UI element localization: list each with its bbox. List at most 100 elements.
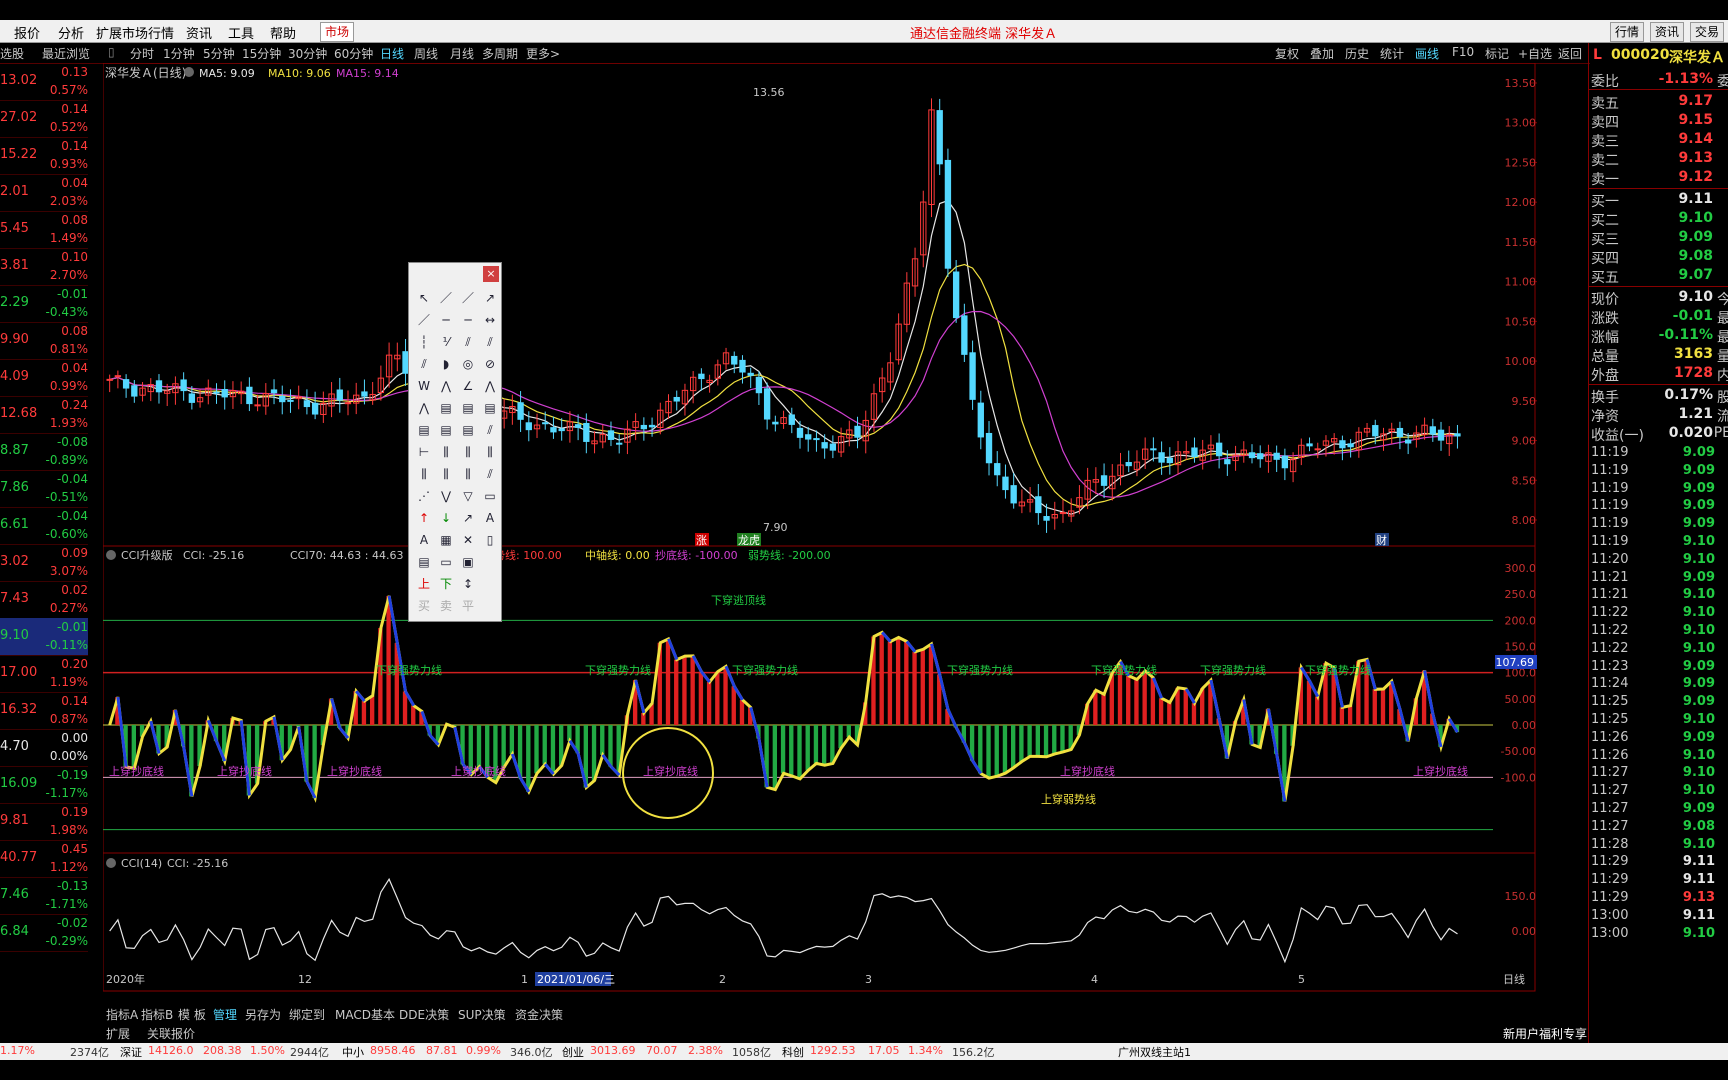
watchlist-row[interactable]: 12.68 0.24 1.93% (0, 396, 88, 434)
watchlist-row[interactable]: 13.02 0.13 0.57% (0, 63, 88, 101)
drawing-tool-icon[interactable]: ⋁ (437, 487, 455, 505)
menu-extended-market[interactable]: 扩展市场行情 (96, 23, 174, 42)
drawing-tool-icon[interactable]: ↓ (437, 509, 455, 527)
drawing-tool-icon[interactable]: ▤ (459, 421, 477, 439)
restore-right-button[interactable]: 复权 (1275, 45, 1299, 62)
drawing-tool-icon[interactable]: ▯ (481, 531, 499, 549)
tab-bind-to[interactable]: 绑定到 (289, 1006, 325, 1023)
period-30min[interactable]: 30分钟 (288, 45, 327, 62)
drawing-tool-icon[interactable]: ⋰ (415, 487, 433, 505)
watchlist-row[interactable]: 2.01 0.04 2.03% (0, 174, 88, 212)
drawing-tool-icon[interactable]: ⋀ (415, 399, 433, 417)
watchlist-row[interactable]: 9.81 0.19 1.98% (0, 803, 88, 841)
drawing-tool-icon[interactable]: ▦ (437, 531, 455, 549)
drawing-tool-icon[interactable]: 上 (415, 575, 433, 593)
tab-template[interactable]: 模 板 (178, 1006, 206, 1023)
period-weekly[interactable]: 周线 (414, 45, 438, 62)
drawing-tool-icon[interactable]: ∠ (459, 377, 477, 395)
drawing-tool-icon[interactable]: ⫽ (481, 333, 499, 351)
watchlist-row[interactable]: 8.87 -0.08 -0.89% (0, 433, 88, 471)
period-daily[interactable]: 日线 (380, 45, 404, 62)
watchlist-row[interactable]: 15.22 0.14 0.93% (0, 137, 88, 175)
period-minute-chart[interactable]: 分时 (130, 45, 154, 62)
drawing-tool-icon[interactable]: ／ (415, 311, 433, 329)
menu-tools[interactable]: 工具 (228, 23, 254, 42)
tab-extension[interactable]: 扩展 (106, 1025, 130, 1042)
draw-line-button[interactable]: 画线 (1415, 45, 1439, 62)
drawing-tool-icon[interactable]: ✕ (459, 531, 477, 549)
drawing-tool-icon[interactable]: ▤ (415, 421, 433, 439)
tab-indicator-b[interactable]: 指标B (141, 1006, 173, 1023)
server-name[interactable]: 广州双线主站1 (1118, 1044, 1191, 1060)
menu-quote[interactable]: 报价 (14, 23, 40, 42)
watchlist-row[interactable]: 16.09 -0.19 -1.17% (0, 766, 88, 804)
watchlist-row[interactable]: 3.81 0.10 2.70% (0, 248, 88, 286)
drawing-tool-icon[interactable]: ▽ (459, 487, 477, 505)
drawing-tool-icon[interactable]: ▤ (437, 399, 455, 417)
watchlist-row[interactable]: 6.61 -0.04 -0.60% (0, 507, 88, 545)
drawing-tool-icon[interactable]: ▭ (481, 487, 499, 505)
period-more[interactable]: 更多> (526, 45, 560, 62)
drawing-tool-icon[interactable]: ▭ (437, 553, 455, 571)
drawing-tool-icon[interactable]: ⫽ (415, 355, 433, 373)
period-15min[interactable]: 15分钟 (242, 45, 281, 62)
watchlist-row[interactable]: 4.09 0.04 0.99% (0, 359, 88, 397)
drawing-tool-icon[interactable]: ⫼ (415, 465, 433, 483)
quote-tab-button[interactable]: 行情 (1610, 22, 1645, 42)
watchlist-row[interactable]: 4.70 0.00 0.00% (0, 729, 88, 767)
drawing-tool-icon[interactable]: A (481, 509, 499, 527)
watchlist-row[interactable]: 17.00 0.20 1.19% (0, 655, 88, 693)
drawing-tool-icon[interactable]: A (415, 531, 433, 549)
period-1min[interactable]: 1分钟 (163, 45, 195, 62)
kline-chart[interactable]: 下穿强势力线 下穿强势力线 下穿强势力线 下穿强势力线 下穿强势力线 下穿强势力线 下穿强势… (103, 63, 1538, 993)
drawing-tool-icon[interactable]: ◗ (437, 355, 455, 373)
tab-indicator-a[interactable]: 指标A (106, 1006, 138, 1023)
watchlist-row[interactable]: 7.43 0.02 0.27% (0, 581, 88, 619)
period-monthly[interactable]: 月线 (450, 45, 474, 62)
drawing-tool-icon[interactable]: ⫽ (481, 465, 499, 483)
drawing-tool-icon[interactable]: 买 (415, 597, 433, 615)
drawing-tool-icon[interactable]: ▤ (459, 399, 477, 417)
watchlist-row[interactable]: 9.10 -0.01 -0.11% (0, 618, 88, 656)
news-tab-button[interactable]: 资讯 (1650, 22, 1685, 42)
drawing-tool-icon[interactable]: ↖ (415, 289, 433, 307)
back-button[interactable]: 返回 (1558, 45, 1582, 62)
watchlist-row[interactable]: 16.32 0.14 0.87% (0, 692, 88, 730)
drawing-tool-icon[interactable]: 下 (437, 575, 455, 593)
tab-linked-quote[interactable]: 关联报价 (147, 1025, 195, 1042)
drawing-tool-icon[interactable]: 平 (459, 597, 477, 615)
tab-fund-decision[interactable]: 资金决策 (515, 1006, 563, 1023)
drawing-tool-icon[interactable]: W (415, 377, 433, 395)
drawing-tool-icon[interactable]: ▤ (481, 399, 499, 417)
drawing-tool-icon[interactable]: ⊢ (415, 443, 433, 461)
drawing-tool-icon[interactable]: ⫽ (481, 421, 499, 439)
drawing-tool-icon[interactable]: ／ (459, 289, 477, 307)
watchlist-row[interactable]: 27.02 0.14 0.52% (0, 100, 88, 138)
stock-pick-tab[interactable]: 选股 (0, 45, 24, 62)
drawing-tool-icon[interactable]: ─ (459, 311, 477, 329)
close-icon[interactable]: × (483, 266, 499, 282)
watchlist-row[interactable]: 40.77 0.45 1.12% (0, 840, 88, 878)
drawing-tool-icon[interactable]: ┆ (415, 333, 433, 351)
drawing-tool-icon[interactable]: ⫼ (437, 465, 455, 483)
tab-manage[interactable]: 管理 (213, 1006, 237, 1023)
drawing-tool-icon[interactable]: ─ (437, 311, 455, 329)
drawing-tool-icon[interactable]: 卖 (437, 597, 455, 615)
mark-button[interactable]: 标记 (1485, 45, 1509, 62)
watchlist-row[interactable]: 3.02 0.09 3.07% (0, 544, 88, 582)
sidebar-toggle-icon[interactable]: ▯ (108, 45, 115, 59)
f10-button[interactable]: F10 (1452, 45, 1474, 59)
watchlist-row[interactable]: 5.45 0.08 1.49% (0, 211, 88, 249)
history-button[interactable]: 历史 (1345, 45, 1369, 62)
drawing-tool-icon[interactable]: ⫼ (459, 443, 477, 461)
market-button[interactable]: 市场 (320, 22, 355, 42)
drawing-tool-icon[interactable]: ⋀ (437, 377, 455, 395)
drawing-tool-icon[interactable]: ↕ (459, 575, 477, 593)
watchlist-row[interactable]: 6.84 -0.02 -0.29% (0, 914, 88, 952)
drawing-tool-icon[interactable]: ⊘ (481, 355, 499, 373)
drawing-tool-icon[interactable]: ⫽ (459, 333, 477, 351)
drawing-tools-palette[interactable]: × ↖ ／／ ↗ ／ ─ ─ ↔ ┆ ⅟ ⫽ ⫽ ⫽ ◗ ◎ ⊘ W ⋀ ∠ ⋀ ⋀ ▤ ▤ ▤ ▤ ▤ ▤ ⫽ ⊢ ⫼ ⫼ ⫼ ⫼ ⫼ ⫼ ⫽ ⋰ ⋁… (408, 262, 502, 622)
drawing-tool-icon[interactable]: ⋀ (481, 377, 499, 395)
watchlist-row[interactable]: 2.29 -0.01 -0.43% (0, 285, 88, 323)
tab-macd[interactable]: MACD基本 (335, 1006, 395, 1023)
